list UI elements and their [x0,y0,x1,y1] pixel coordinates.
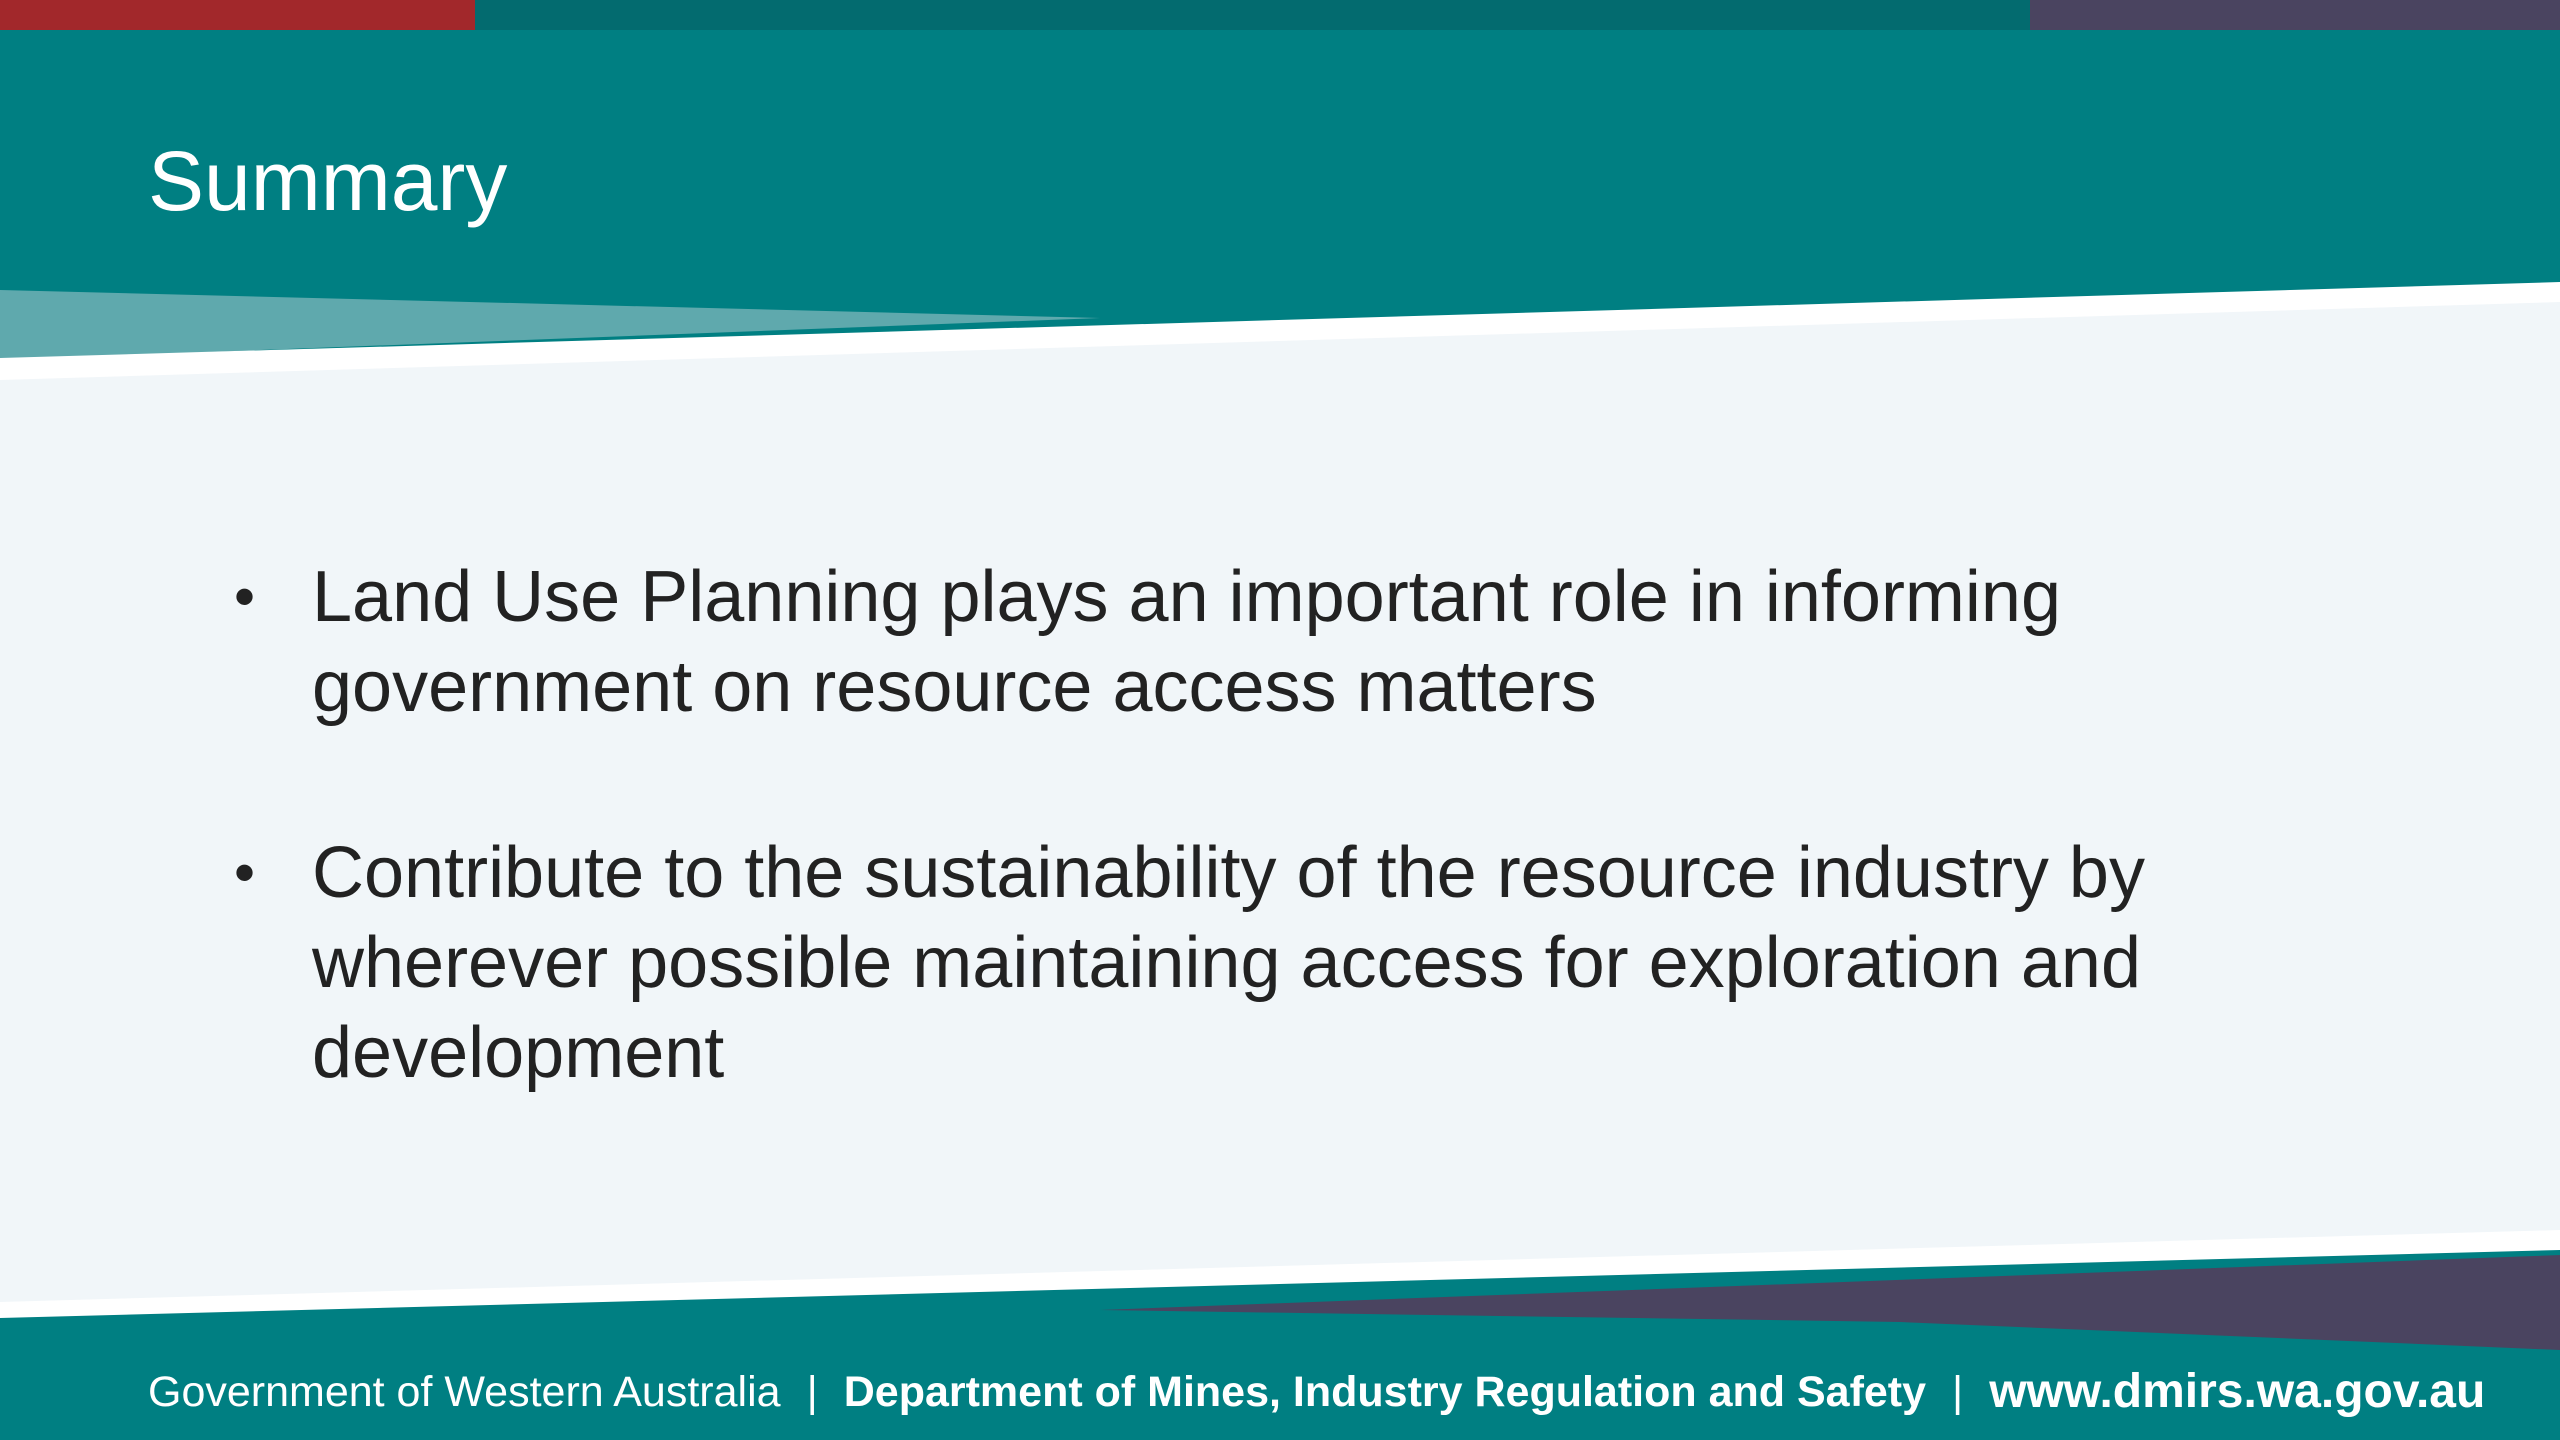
bullet-marker: • [234,839,256,906]
bullet-line: Land Use Planning plays an important rol… [312,557,2061,637]
footer-website-link[interactable]: www.dmirs.wa.gov.au [1989,1350,2485,1434]
bullet-line: development [312,1013,725,1093]
bullet-list: • Land Use Planning plays an important r… [234,552,2314,1098]
top-stripe-red [0,0,475,30]
footer-separator: | [806,1368,818,1416]
bullet-line: Contribute to the sustainability of the … [312,833,2145,913]
bullet-marker: • [234,563,256,630]
top-stripe-purple [2030,0,2560,30]
bullet-item-2: • Contribute to the sustainability of th… [234,828,2314,1098]
footer-bar: Government of Western Australia | Depart… [148,1350,2485,1434]
presentation-slide: Summary • Land Use Planning plays an imp… [0,0,2560,1440]
slide-title: Summary [148,134,508,228]
footer-separator: | [1952,1368,1964,1416]
bullet-item-1: • Land Use Planning plays an important r… [234,552,2314,732]
top-stripe-teal [475,0,2030,30]
bullet-line: wherever possible maintaining access for… [312,923,2142,1003]
footer-department: Department of Mines, Industry Regulation… [843,1368,1927,1416]
bullet-line: government on resource access matters [312,647,1597,727]
footer-government: Government of Western Australia [148,1368,781,1416]
